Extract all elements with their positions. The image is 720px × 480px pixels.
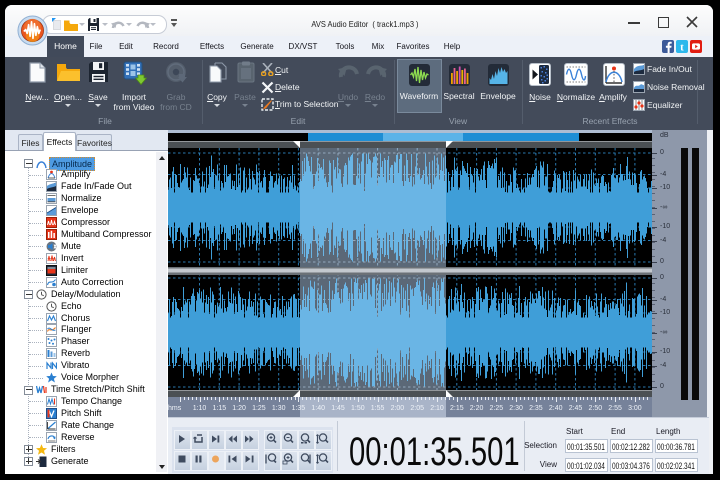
svg-text:t: t <box>680 42 684 54</box>
